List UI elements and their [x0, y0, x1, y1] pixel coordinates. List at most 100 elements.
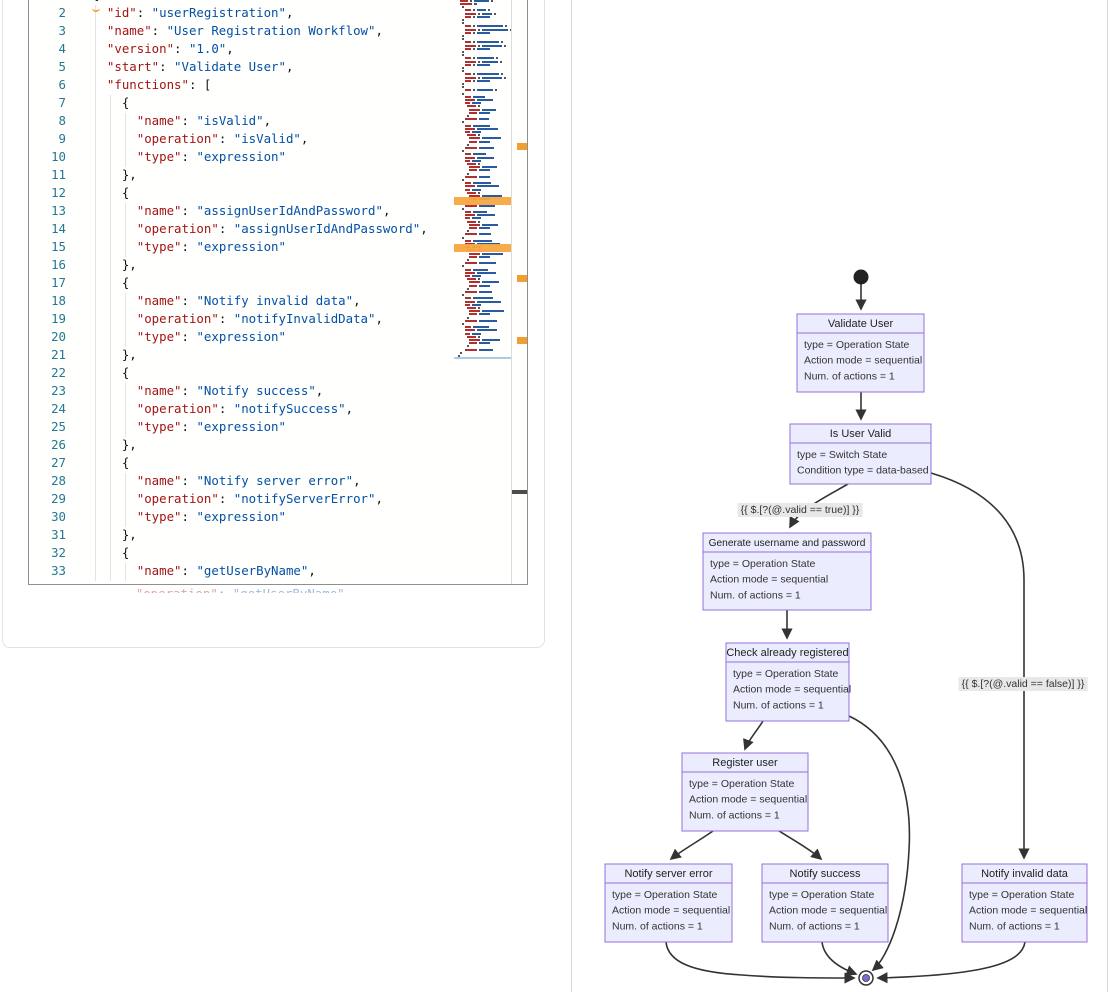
code-line[interactable]: { — [122, 185, 129, 203]
code-line[interactable]: "operation": "assignUserIdAndPassword", — [137, 221, 428, 239]
indent-guide — [95, 401, 96, 419]
code-token: : — [219, 401, 234, 416]
line-number: 15 — [29, 239, 66, 257]
minimap-row — [465, 349, 511, 351]
code-line[interactable]: { — [122, 545, 129, 563]
code-line[interactable]: "name": "getUserByName", — [137, 563, 316, 581]
code-line[interactable]: }, — [122, 257, 137, 275]
code-token: "type" — [137, 239, 182, 254]
code-token: { — [92, 0, 99, 2]
minimap-row — [462, 83, 511, 85]
scrollbar-mark[interactable] — [512, 490, 528, 494]
code-line[interactable]: "name": "assignUserIdAndPassword", — [137, 203, 391, 221]
code-token: "expression" — [196, 239, 286, 254]
indent-guide — [95, 113, 96, 131]
code-token: "id" — [107, 5, 137, 20]
code-line[interactable]: "start": "Validate User", — [107, 59, 294, 77]
code-token: , — [353, 293, 360, 308]
indent-guide — [95, 239, 96, 257]
ruler-marker — [517, 337, 528, 344]
code-token: "name" — [137, 113, 182, 128]
indent-guide — [95, 347, 96, 365]
minimap-row — [465, 25, 511, 27]
code-token: , — [226, 41, 233, 56]
code-line[interactable]: "operation": "isValid", — [137, 131, 309, 149]
code-token: , — [383, 203, 390, 218]
minimap[interactable] — [454, 0, 511, 585]
code-token: "name" — [137, 383, 182, 398]
code-line[interactable]: }, — [122, 347, 137, 365]
code-line[interactable]: "operation": "notifyInvalidData", — [137, 311, 383, 329]
minimap-row — [462, 54, 511, 56]
minimap-row — [469, 342, 511, 344]
code-line[interactable]: { — [122, 95, 129, 113]
minimap-row — [462, 19, 511, 21]
code-token: }, — [122, 167, 137, 182]
code-line[interactable]: "name": "Notify server error", — [137, 473, 361, 491]
code-line[interactable]: { — [122, 455, 129, 473]
minimap-row — [465, 29, 511, 31]
ruler-marker — [517, 275, 528, 282]
code-token: "name" — [137, 203, 182, 218]
minimap-row — [465, 326, 511, 328]
code-line[interactable]: "version": "1.0", — [107, 41, 234, 59]
code-line[interactable]: { — [122, 275, 129, 293]
code-line[interactable]: "name": "Notify success", — [137, 383, 324, 401]
indent-guide — [95, 545, 96, 563]
minimap-row — [462, 38, 511, 40]
ruler-marker — [517, 143, 528, 150]
code-token: : — [159, 59, 174, 74]
code-token: , — [345, 586, 352, 593]
indent-guide — [110, 365, 111, 383]
minimap-match-highlight — [454, 244, 511, 252]
code-token: }, — [122, 527, 137, 542]
indent-guide — [110, 203, 111, 221]
minimap-row — [465, 182, 511, 184]
code-line[interactable]: "type": "expression" — [137, 329, 286, 347]
indent-guide — [95, 167, 96, 185]
line-number: 13 — [29, 203, 66, 221]
code-line[interactable]: "type": "expression" — [137, 419, 286, 437]
minimap-row — [467, 230, 511, 232]
minimap-row — [469, 112, 511, 114]
code-line[interactable]: "type": "expression" — [137, 149, 286, 167]
indent-guide — [110, 239, 111, 257]
line-number: 29 — [29, 491, 66, 509]
code-editor[interactable]: 1234567891011121314151617181920212223242… — [28, 0, 528, 585]
indent-guide — [95, 293, 96, 311]
code-token: { — [122, 275, 129, 290]
code-content[interactable]: { "id": "userRegistration","name": "User … — [92, 0, 454, 585]
code-line[interactable]: }, — [122, 437, 137, 455]
code-token: "Notify server error" — [196, 473, 353, 488]
code-line[interactable]: { — [122, 365, 129, 383]
indent-guide — [110, 95, 111, 113]
minimap-row — [462, 22, 511, 24]
overview-ruler[interactable] — [511, 0, 528, 585]
indent-guide — [125, 113, 126, 131]
code-line[interactable]: "functions": [ — [107, 77, 211, 95]
clipped-code-line: "operation": "getUserByName", — [91, 586, 352, 593]
code-token: : — [219, 491, 234, 506]
code-token: "expression" — [196, 509, 286, 524]
code-line[interactable]: "name": "User Registration Workflow", — [107, 23, 383, 41]
code-line[interactable]: "type": "expression" — [137, 509, 286, 527]
code-line[interactable]: "operation": "notifySuccess", — [137, 401, 353, 419]
edge-condition-label: {{ $.[?(@.valid == false)] }} — [959, 677, 1088, 691]
minimap-row — [465, 57, 511, 59]
line-number: 19 — [29, 311, 66, 329]
minimap-row — [465, 301, 511, 303]
code-token: { — [122, 95, 129, 110]
code-line[interactable]: "operation": "notifyServerError", — [137, 491, 383, 509]
code-line[interactable]: "name": "isValid", — [137, 113, 271, 131]
code-token: : — [182, 473, 197, 488]
indent-guide — [110, 149, 111, 167]
minimap-row — [465, 64, 511, 66]
minimap-row — [465, 48, 511, 50]
code-line[interactable]: "id": "userRegistration", — [107, 5, 294, 23]
code-token: }, — [122, 257, 137, 272]
code-line[interactable]: "name": "Notify invalid data", — [137, 293, 361, 311]
code-line[interactable]: }, — [122, 527, 137, 545]
code-line[interactable]: "type": "expression" — [137, 239, 286, 257]
minimap-row — [465, 262, 511, 264]
code-line[interactable]: }, — [122, 167, 137, 185]
